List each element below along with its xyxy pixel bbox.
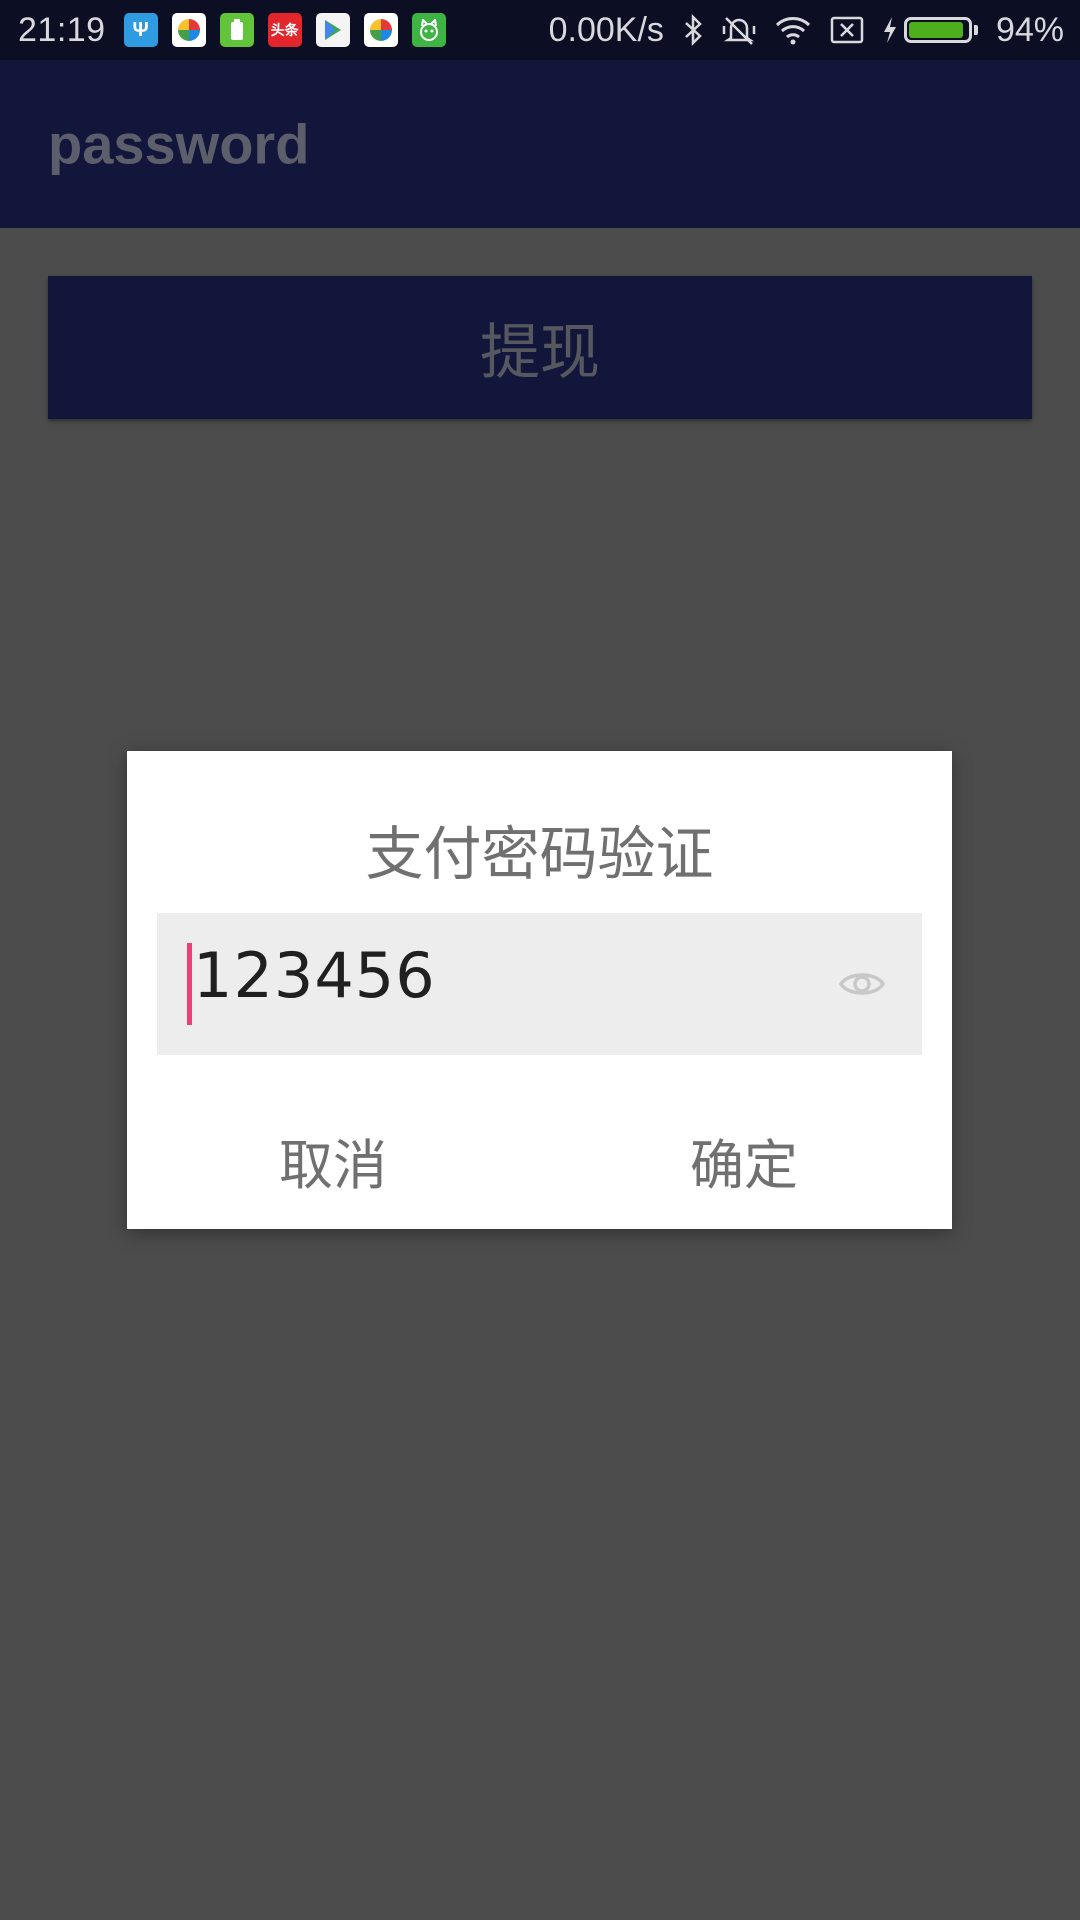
battery-tip (973, 25, 978, 35)
charging-icon (883, 17, 896, 43)
wifi-icon (775, 17, 810, 45)
status-bar-right: 0.00K/s 94% (549, 11, 1064, 50)
play-store-icon (315, 13, 350, 47)
pinwheel-app-icon (171, 13, 206, 47)
mute-vibrate-icon (722, 17, 756, 45)
cancel-button[interactable]: 取消 (279, 1121, 387, 1200)
page-title: password (48, 112, 310, 176)
payment-password-dialog: 支付密码验证 123456 取消 确定 (127, 751, 952, 1229)
network-speed: 0.00K/s (548, 10, 664, 49)
cat-app-icon (411, 13, 446, 47)
status-bar: 21:19 Ψ 头条 0.00K/s 94% (0, 0, 1080, 60)
eye-icon[interactable] (838, 964, 886, 1004)
bluetooth-icon (685, 14, 702, 46)
status-bar-left: 21:19 Ψ 头条 (18, 11, 460, 50)
battery-app-icon (219, 13, 254, 47)
password-input[interactable]: 123456 (157, 913, 922, 1055)
dialog-title: 支付密码验证 (365, 820, 714, 888)
withdraw-button[interactable]: 提现 (48, 276, 1032, 419)
toutiao-app-icon: 头条 (267, 13, 302, 47)
pinwheel-app-icon-2 (363, 13, 398, 47)
battery-percent: 94% (995, 10, 1064, 49)
battery-indicator (882, 16, 978, 44)
status-time: 21:19 (18, 10, 106, 49)
battery-body (903, 17, 972, 43)
password-value: 123456 (193, 939, 436, 1012)
text-cursor (187, 943, 192, 1025)
usb-icon: Ψ (123, 13, 158, 47)
no-sim-icon (830, 16, 864, 44)
battery-fill (908, 22, 964, 38)
app-toolbar: password (0, 60, 1080, 228)
confirm-button[interactable]: 确定 (690, 1121, 798, 1200)
